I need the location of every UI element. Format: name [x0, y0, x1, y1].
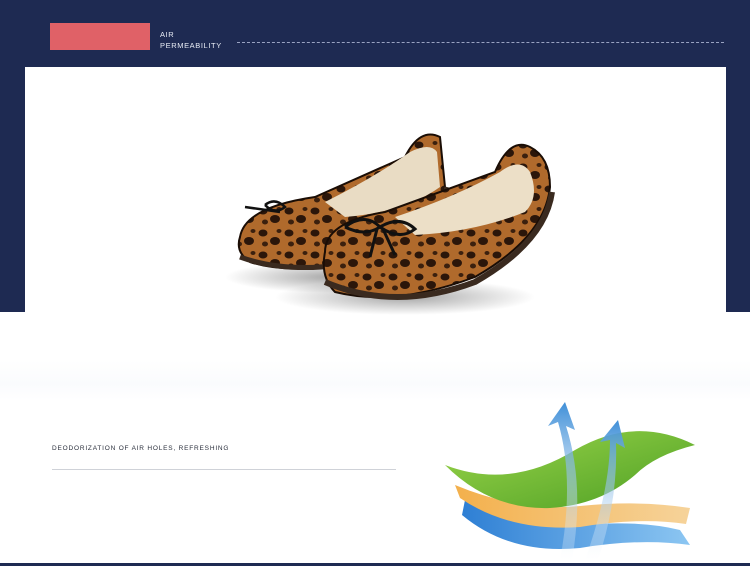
section-title-line-2: PERMEABILITY: [160, 41, 222, 50]
accent-block: [50, 23, 150, 50]
section-title-line-1: AIR: [160, 30, 175, 39]
breathable-layers-illustration: [445, 402, 695, 560]
feature-caption: DEODORIZATION OF AIR HOLES, REFRESHING: [52, 445, 230, 452]
header-dashed-divider: [237, 42, 724, 43]
leopard-flats-image: [225, 133, 555, 315]
fade-separator: [0, 360, 750, 400]
product-photo-panel: [25, 67, 726, 367]
feature-underline: [52, 469, 396, 470]
section-title: AIR PERMEABILITY: [160, 29, 222, 51]
